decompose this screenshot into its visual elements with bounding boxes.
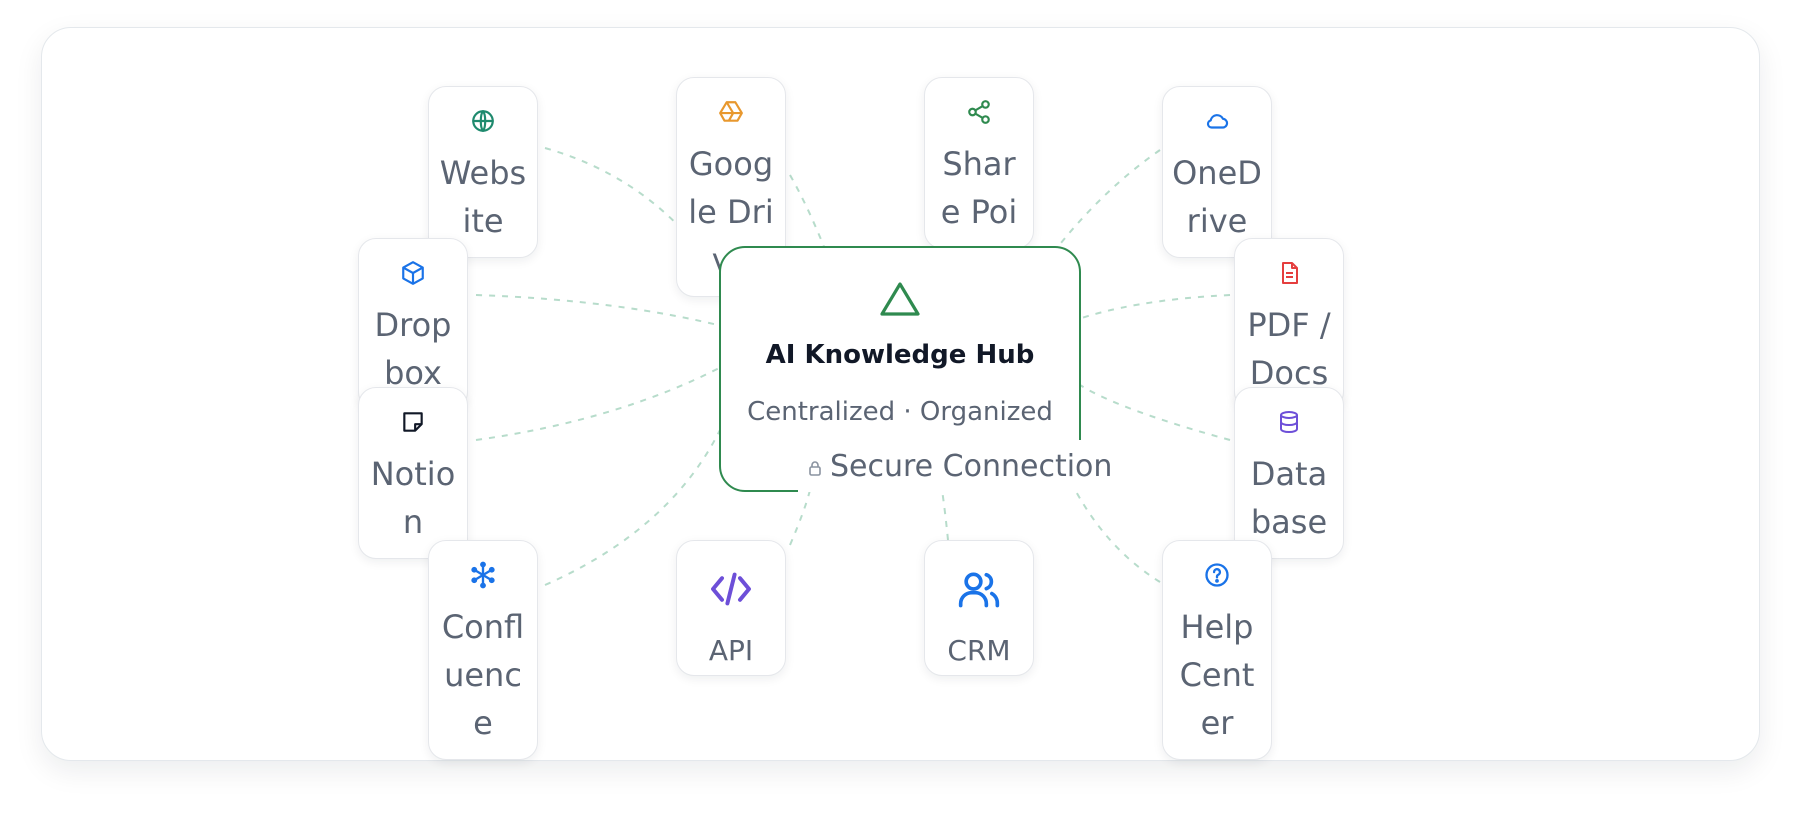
- hub-title: AI Knowledge Hub: [765, 340, 1035, 370]
- lock-icon: [808, 449, 822, 484]
- database-icon: [1235, 408, 1343, 436]
- source-pdf-docs[interactable]: PDF / Docs: [1234, 238, 1344, 410]
- secure-connection-badge: Secure Connection: [798, 440, 1123, 492]
- triangle-logo-icon: [721, 280, 1079, 318]
- box-icon: [359, 259, 467, 287]
- source-help-center[interactable]: Help Center: [1162, 540, 1272, 760]
- source-sharepoint[interactable]: Share Point: [924, 77, 1034, 249]
- source-label: Website: [439, 154, 527, 240]
- source-label: OneDrive: [1172, 154, 1262, 240]
- source-label: Help Center: [1179, 608, 1255, 742]
- source-label: Confluence: [441, 608, 525, 742]
- share-icon: [925, 98, 1033, 126]
- help-circle-icon: [1163, 561, 1271, 589]
- google-drive-icon: [677, 98, 785, 126]
- cloud-icon: [1163, 107, 1271, 135]
- source-api[interactable]: API: [676, 540, 786, 676]
- source-label: API: [708, 634, 754, 667]
- source-label: CRM: [947, 634, 1011, 667]
- source-onedrive[interactable]: OneDrive: [1162, 86, 1272, 258]
- source-databases[interactable]: Databases: [1234, 387, 1344, 559]
- sticky-note-icon: [359, 408, 467, 436]
- secure-connection-label: Secure Connection: [830, 448, 1113, 484]
- users-icon: [925, 567, 1033, 611]
- document-icon: [1235, 259, 1343, 287]
- source-crm[interactable]: CRM: [924, 540, 1034, 676]
- source-label: Share Point: [940, 145, 1018, 248]
- source-label: PDF / Docs: [1247, 306, 1331, 392]
- globe-icon: [429, 107, 537, 135]
- source-notion[interactable]: Notion: [358, 387, 468, 559]
- code-icon: [677, 567, 785, 611]
- source-label: Dropbox: [374, 306, 452, 392]
- source-confluence[interactable]: Confluence: [428, 540, 538, 760]
- confluence-icon: [429, 561, 537, 589]
- source-label: Notion: [370, 455, 456, 541]
- source-website[interactable]: Website: [428, 86, 538, 258]
- source-dropbox[interactable]: Dropbox: [358, 238, 468, 410]
